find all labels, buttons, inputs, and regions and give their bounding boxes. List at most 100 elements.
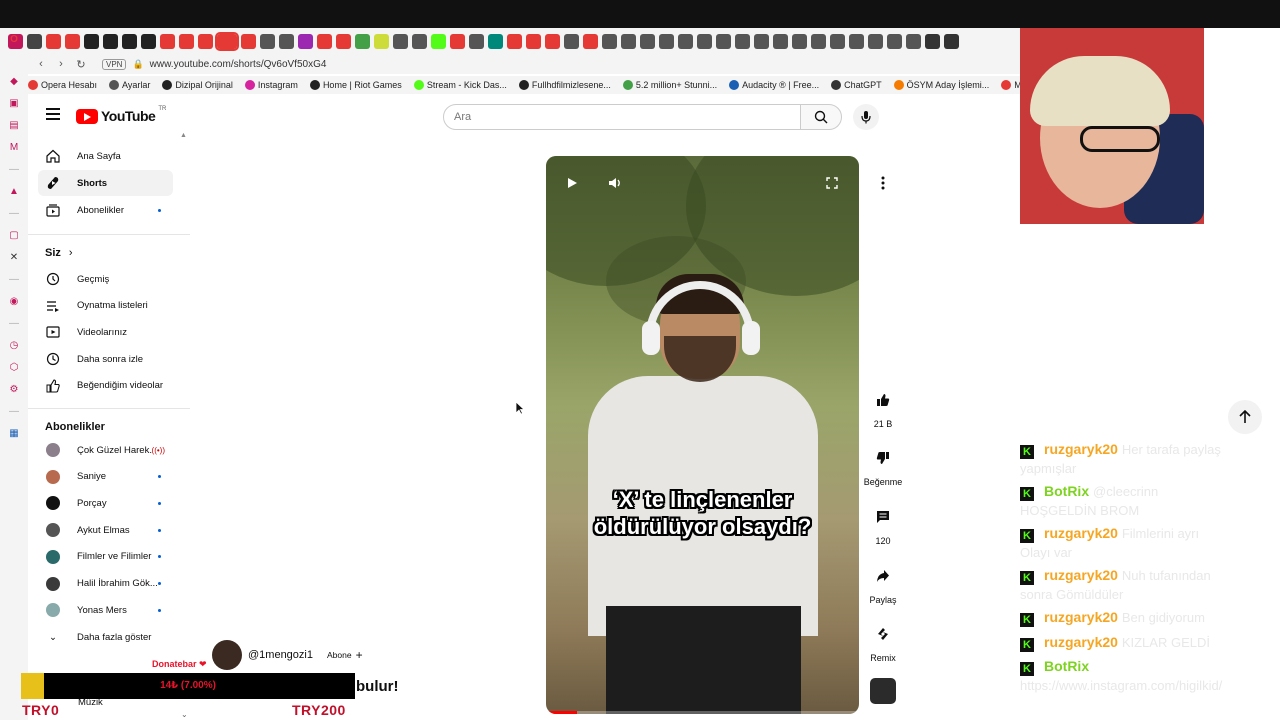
browser-tab-favicon[interactable]: [906, 33, 921, 49]
previous-short-button[interactable]: [1228, 400, 1262, 434]
sidebar-heading-subscriptions[interactable]: Abonelikler: [45, 421, 105, 433]
sidebar-item-yonas-mers[interactable]: Yonas Mers: [38, 597, 173, 623]
search-input[interactable]: Ara: [443, 104, 801, 130]
browser-tab-favicon[interactable]: [241, 33, 256, 49]
bookmark-item[interactable]: Audacity ® | Free...: [729, 80, 819, 90]
browser-tab-favicon[interactable]: [65, 33, 80, 49]
sidebar-item-shorts[interactable]: Shorts: [38, 170, 173, 196]
sidebar-item-ana-sayfa[interactable]: Ana Sayfa: [38, 143, 173, 169]
browser-tab-favicon[interactable]: [659, 33, 674, 49]
browser-tab-favicon[interactable]: [317, 33, 332, 49]
sidebar-item-porçay[interactable]: Porçay: [38, 490, 173, 516]
bookmark-item[interactable]: ÖSYM Aday İşlemi...: [893, 80, 989, 90]
instagram-icon[interactable]: ▤: [8, 120, 20, 132]
browser-tab-favicon[interactable]: [507, 33, 522, 49]
browser-tab-favicon[interactable]: [179, 33, 194, 49]
browser-tab-favicon[interactable]: [103, 33, 118, 49]
bookmark-item[interactable]: Fullhdfilmizlesene...: [518, 80, 611, 90]
shorts-video-player[interactable]: ‘X’ te linçlenenler öldürülüyor olsaydı?: [546, 156, 859, 714]
sidebar-item-oynatma-listeleri[interactable]: Oynatma listeleri: [38, 293, 173, 319]
browser-tab-favicon[interactable]: [925, 33, 940, 49]
sidebar-show-more[interactable]: ⌄ Daha fazla göster: [38, 624, 173, 650]
channel-name[interactable]: @1mengozi1: [248, 649, 313, 661]
search-button[interactable]: [800, 104, 842, 130]
browser-tab-favicon[interactable]: [141, 33, 156, 49]
browser-tab-favicon[interactable]: [260, 33, 275, 49]
twitch-icon[interactable]: ▢: [8, 230, 20, 242]
browser-tab-favicon[interactable]: [160, 33, 175, 49]
browser-tab-favicon[interactable]: [84, 33, 99, 49]
like-button[interactable]: [869, 386, 897, 414]
settings-icon[interactable]: ⚙: [8, 384, 20, 396]
share-action[interactable]: Paylaş: [862, 562, 904, 605]
youtube-logo[interactable]: YouTube TR: [76, 106, 166, 124]
browser-tab-favicon[interactable]: [887, 33, 902, 49]
browser-tab-favicon[interactable]: [412, 33, 427, 49]
browser-tab-favicon[interactable]: [450, 33, 465, 49]
subscribe-button[interactable]: Abone: [327, 650, 352, 660]
bookmark-item[interactable]: ChatGPT: [831, 80, 882, 90]
bookmark-item[interactable]: Ayarlar: [109, 80, 150, 90]
remix-action[interactable]: Remix: [862, 620, 904, 663]
bookmark-item[interactable]: Instagram: [244, 80, 298, 90]
sidebar-item-abonelikler[interactable]: Abonelikler: [38, 197, 173, 223]
browser-tab-favicon[interactable]: [122, 33, 137, 49]
opera-logo-icon[interactable]: O: [8, 34, 20, 46]
browser-tab-favicon[interactable]: [754, 33, 769, 49]
channel-avatar[interactable]: [212, 640, 242, 670]
browser-tab-favicon[interactable]: [811, 33, 826, 49]
forward-icon[interactable]: ›: [54, 58, 68, 70]
browser-tab-favicon[interactable]: [678, 33, 693, 49]
sidebar-item-saniye[interactable]: Saniye: [38, 464, 173, 490]
browser-tab-favicon[interactable]: [564, 33, 579, 49]
bookmark-item[interactable]: Minecra: [1001, 80, 1020, 90]
bookmark-item[interactable]: Home | Riot Games: [309, 80, 402, 90]
browser-tab-favicon[interactable]: [830, 33, 845, 49]
sidebar-heading-you[interactable]: Siz ›: [45, 247, 73, 259]
browser-tab-favicon[interactable]: [545, 33, 560, 49]
bookmark-item[interactable]: 5.2 million+ Stunni...: [622, 80, 717, 90]
browser-tab-favicon[interactable]: [944, 33, 959, 49]
sidebar-scroll-arrow-icon[interactable]: ▲: [180, 132, 187, 139]
browser-tab-favicon[interactable]: [583, 33, 598, 49]
browser-tab-favicon[interactable]: [773, 33, 788, 49]
browser-tab-favicon[interactable]: [298, 33, 313, 49]
browser-tab-favicon[interactable]: [526, 33, 541, 49]
fullscreen-button[interactable]: [823, 174, 841, 192]
bookmark-item[interactable]: Opera Hesabı: [28, 80, 97, 90]
back-icon[interactable]: ‹: [34, 58, 48, 70]
sidebar-item-çok-güzel-harek[interactable]: Çok Güzel Harek... ((•)): [38, 437, 173, 463]
browser-tab-favicon[interactable]: [215, 31, 239, 51]
translate-icon[interactable]: ▦: [8, 428, 20, 440]
cube-icon[interactable]: ⬡: [8, 362, 20, 374]
browser-tab-favicon[interactable]: [849, 33, 864, 49]
browser-tab-favicon[interactable]: [602, 33, 617, 49]
browser-tab-favicon[interactable]: [469, 33, 484, 49]
browser-tab-favicon[interactable]: [716, 33, 731, 49]
browser-tab-favicon[interactable]: [431, 33, 446, 49]
sidebar-scroll-down-icon[interactable]: ⌄: [181, 710, 188, 719]
volume-button[interactable]: [606, 174, 624, 192]
vk-icon[interactable]: ▣: [8, 98, 20, 110]
bookmark-item[interactable]: Dizipal Orijinal: [162, 80, 233, 90]
browser-tab-favicon[interactable]: [488, 33, 503, 49]
url-text[interactable]: www.youtube.com/shorts/Qv6oVf50xG4: [150, 59, 327, 70]
browser-tab-favicon[interactable]: [735, 33, 750, 49]
arrow-icon[interactable]: ▲: [8, 186, 20, 198]
browser-tab-favicon[interactable]: [868, 33, 883, 49]
browser-tab-favicon[interactable]: [279, 33, 294, 49]
share-button[interactable]: [869, 562, 897, 590]
comments-action[interactable]: 120: [862, 503, 904, 546]
browser-tab-favicon[interactable]: [374, 33, 389, 49]
x-icon[interactable]: ✕: [8, 252, 20, 264]
m-icon[interactable]: M: [8, 142, 20, 154]
bookmark-item[interactable]: Stream - Kick Das...: [413, 80, 507, 90]
browser-tab-favicon[interactable]: [792, 33, 807, 49]
messenger-icon[interactable]: ◆: [8, 76, 20, 88]
sidebar-item-geçmiş[interactable]: Geçmiş: [38, 266, 173, 292]
browser-tab-strip[interactable]: [0, 28, 1020, 54]
sidebar-item-videolarınız[interactable]: Videolarınız: [38, 319, 173, 345]
sidebar-item-aykut-elmas[interactable]: Aykut Elmas: [38, 517, 173, 543]
browser-tab-favicon[interactable]: [27, 33, 42, 49]
sidebar-item-beğendiğim-videolar[interactable]: Beğendiğim videolar: [38, 373, 173, 399]
